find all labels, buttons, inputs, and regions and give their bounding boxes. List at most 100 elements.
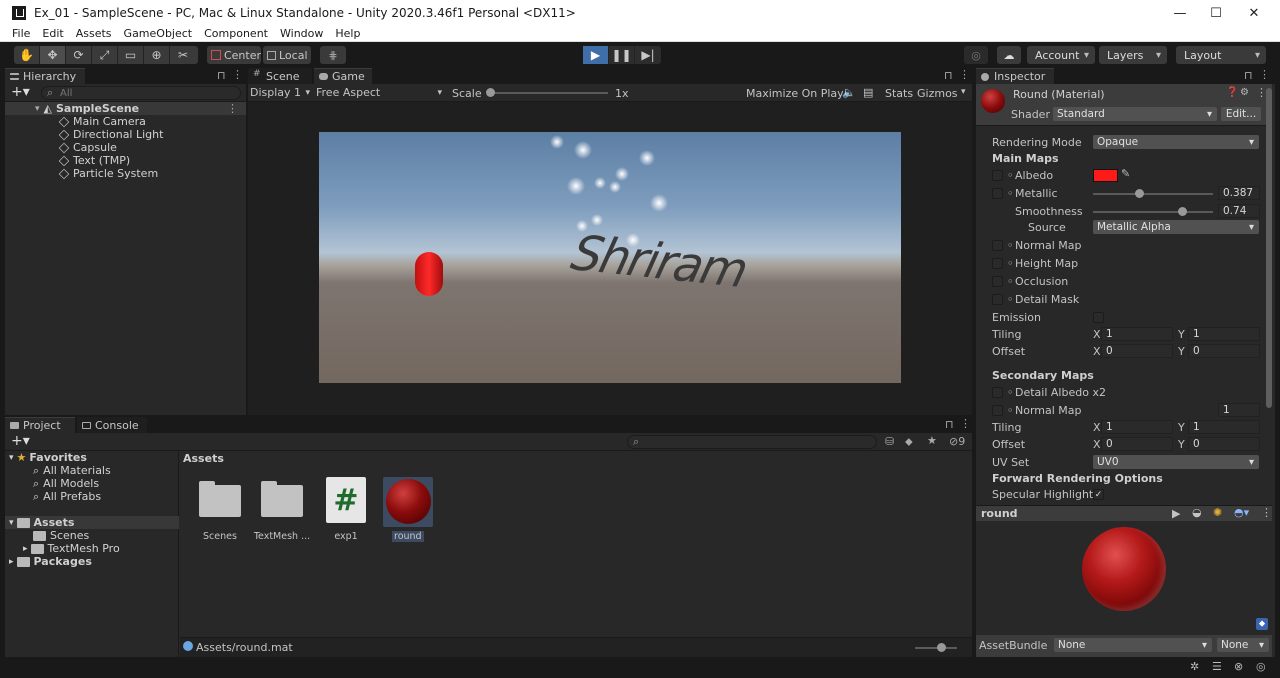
preview-menu-icon[interactable]: ⋮ — [1261, 506, 1272, 519]
kebab-menu-icon[interactable]: ⋮ — [232, 68, 243, 81]
assetbundle-dropdown[interactable]: None — [1054, 638, 1212, 652]
create-plus-icon[interactable]: +▾ — [11, 84, 30, 100]
label-tag-icon[interactable]: ⬥ — [1256, 618, 1268, 630]
space-toggle[interactable]: Local — [263, 46, 311, 64]
tab-scene[interactable]: # Scene — [248, 68, 312, 84]
cache-server-icon[interactable]: ☰ — [1212, 660, 1222, 673]
vsync-icon[interactable]: ▤ — [863, 86, 873, 99]
filter-label-icon[interactable]: ⬥ — [905, 435, 913, 449]
menu-window[interactable]: Window — [280, 27, 323, 40]
secondary-normal-scale-field[interactable]: 1 — [1218, 403, 1260, 417]
texture-picker-icon[interactable]: ◦ — [1007, 239, 1014, 252]
icon-size-slider[interactable] — [915, 643, 957, 652]
icon-size-knob[interactable] — [937, 643, 946, 652]
favorite-star-icon[interactable]: ★ — [927, 434, 937, 447]
progress-icon[interactable]: ◎ — [1256, 660, 1266, 673]
assetbundle-variant-dropdown[interactable]: None — [1217, 638, 1269, 652]
smoothness-value-field[interactable]: 0.74 — [1218, 204, 1260, 218]
project-lock-icon[interactable]: ⊓ — [945, 418, 954, 431]
albedo-color-swatch[interactable] — [1093, 169, 1118, 182]
hierarchy-item-text-tmp[interactable]: Text (TMP) — [5, 154, 130, 167]
secondary-offset-y-field[interactable]: 0 — [1188, 437, 1260, 451]
secondary-tiling-y-field[interactable]: 1 — [1188, 420, 1260, 434]
menu-assets[interactable]: Assets — [76, 27, 112, 40]
inspector-lock-icon[interactable]: ⊓ — [1244, 69, 1253, 82]
aspect-dropdown[interactable]: Free Aspect ▾ — [316, 84, 444, 101]
collab-button[interactable]: ◎ — [964, 46, 988, 64]
smoothness-slider[interactable] — [1093, 207, 1213, 216]
menu-gameobject[interactable]: GameObject — [124, 27, 193, 40]
project-kebab-icon[interactable]: ⋮ — [960, 417, 971, 430]
audio-mute-icon[interactable]: 🔈 — [842, 86, 856, 99]
hidden-packages-icon[interactable]: ⊘9 — [949, 435, 965, 448]
scale-slider[interactable] — [486, 88, 608, 97]
favorite-all-models[interactable]: ⌕ All Models — [5, 477, 99, 491]
help-icon[interactable]: ❓ — [1226, 87, 1238, 98]
game-lock-icon[interactable]: ⊓ — [944, 69, 953, 82]
step-icon[interactable]: ▶| — [635, 46, 661, 64]
metallic-slider-knob[interactable] — [1135, 189, 1145, 198]
tab-game[interactable]: Game — [314, 68, 372, 84]
uv-set-dropdown[interactable]: UV0 — [1093, 455, 1259, 469]
occlusion-texture-slot[interactable] — [992, 276, 1003, 287]
layers-dropdown[interactable]: Layers — [1099, 46, 1167, 64]
material-preview[interactable]: ⬥ — [976, 521, 1272, 635]
eyedropper-icon[interactable]: ✎ — [1121, 167, 1130, 180]
detail-mask-texture-slot[interactable] — [992, 294, 1003, 305]
display-dropdown[interactable]: Display 1 ▾ — [250, 84, 312, 101]
project-search-input[interactable] — [627, 435, 877, 449]
scale-slider-knob[interactable] — [486, 88, 495, 97]
tab-console[interactable]: Console — [77, 417, 147, 433]
assets-folder-row[interactable]: ▾ Assets — [5, 516, 179, 529]
texture-picker-icon[interactable]: ◦ — [1007, 169, 1014, 182]
favorite-all-prefabs[interactable]: ⌕ All Prefabs — [5, 490, 101, 504]
metallic-slider[interactable] — [1093, 189, 1213, 198]
maximize-button[interactable]: ☐ — [1196, 0, 1236, 26]
hand-tool-icon[interactable]: ✋ — [14, 46, 40, 64]
specular-highlights-checkbox[interactable]: ✓ — [1093, 489, 1104, 500]
custom-tool-icon[interactable]: ✂ — [170, 46, 196, 64]
albedo-texture-slot[interactable] — [992, 170, 1003, 181]
preset-icon[interactable]: ⚙ — [1240, 87, 1249, 98]
auto-generate-lighting-icon[interactable]: ⊗ — [1234, 660, 1243, 673]
emission-checkbox[interactable] — [1093, 312, 1104, 323]
textmeshpro-folder-row[interactable]: ▸ TextMesh Pro — [5, 542, 120, 555]
asset-tile-scenes[interactable]: Scenes — [190, 477, 250, 543]
tiling-x-field[interactable]: 1 — [1101, 327, 1173, 341]
height-map-texture-slot[interactable] — [992, 258, 1003, 269]
maximize-on-play-toggle[interactable]: Maximize On Play — [746, 87, 844, 100]
hierarchy-search-input[interactable]: All — [41, 86, 241, 100]
project-create-icon[interactable]: +▾ — [11, 433, 30, 449]
tab-project[interactable]: Project — [5, 417, 75, 433]
detail-albedo-texture-slot[interactable] — [992, 387, 1003, 398]
secondary-normal-texture-slot[interactable] — [992, 405, 1003, 416]
transform-tool-icon[interactable]: ⊕ — [144, 46, 170, 64]
preview-shape-icon[interactable]: ◓▾ — [1234, 506, 1249, 519]
rotate-tool-icon[interactable]: ⟳ — [66, 46, 92, 64]
asset-tile-textmeshpro[interactable]: TextMesh ... — [252, 477, 312, 543]
texture-picker-icon[interactable]: ◦ — [1007, 386, 1014, 399]
stats-toggle[interactable]: Stats — [885, 87, 913, 100]
tab-hierarchy[interactable]: Hierarchy — [5, 68, 85, 84]
cloud-button[interactable]: ☁ — [997, 46, 1021, 64]
normal-map-texture-slot[interactable] — [992, 240, 1003, 251]
asset-tile-exp1[interactable]: # exp1 — [316, 477, 376, 543]
texture-picker-icon[interactable]: ◦ — [1007, 404, 1014, 417]
preview-play-icon[interactable]: ▶ — [1172, 507, 1180, 520]
rendering-mode-dropdown[interactable]: Opaque — [1093, 135, 1259, 149]
menu-component[interactable]: Component — [204, 27, 268, 40]
minimize-button[interactable]: — — [1160, 0, 1200, 26]
packages-folder-row[interactable]: ▸ Packages — [5, 555, 92, 568]
game-kebab-icon[interactable]: ⋮ — [959, 68, 970, 81]
smoothness-slider-knob[interactable] — [1177, 207, 1187, 216]
offset-x-field[interactable]: 0 — [1101, 344, 1173, 358]
tab-inspector[interactable]: Inspector — [976, 68, 1054, 84]
texture-picker-icon[interactable]: ◦ — [1007, 275, 1014, 288]
menu-file[interactable]: File — [12, 27, 30, 40]
game-viewport[interactable]: Shriram — [319, 132, 901, 383]
preview-sphere-icon[interactable]: ◒ — [1192, 506, 1202, 519]
hierarchy-item-main-camera[interactable]: Main Camera — [5, 115, 146, 128]
texture-picker-icon[interactable]: ◦ — [1007, 187, 1014, 200]
metallic-value-field[interactable]: 0.387 — [1218, 186, 1260, 200]
close-button[interactable]: ✕ — [1234, 0, 1274, 26]
